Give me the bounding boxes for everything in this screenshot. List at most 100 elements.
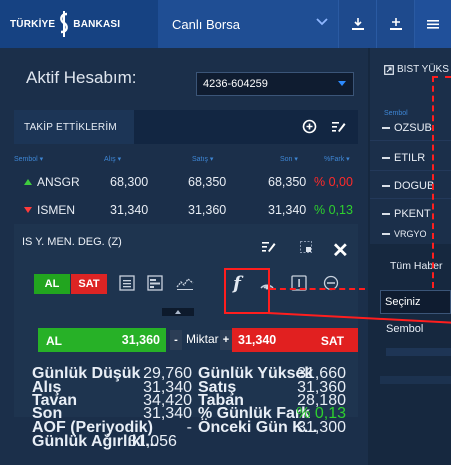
row-fark: % 0,13 — [314, 203, 353, 217]
add-upload-button[interactable] — [376, 0, 414, 48]
stat-value: 31,056 — [128, 433, 177, 450]
row-satis: 68,350 — [188, 175, 227, 189]
row-symbol-cell: ISMEN — [24, 203, 75, 217]
row-son: 68,350 — [268, 175, 307, 189]
stat-item: % Günlük Fark % 0,13 — [198, 405, 346, 422]
row-symbol-cell: ANSGR — [24, 175, 80, 189]
dashed-connector — [270, 288, 365, 290]
caret-down-icon — [338, 81, 346, 86]
col-satis[interactable]: Satış ▾ — [192, 155, 213, 163]
stat-item: Günlük Ağırlıkl... 31,056 — [32, 433, 192, 450]
stat-item: Günlük Yüksek 31,660 — [198, 365, 346, 382]
edit-list-icon[interactable] — [332, 120, 346, 133]
info-tool-button[interactable] — [286, 271, 312, 295]
sell-button[interactable]: SAT — [71, 274, 107, 294]
row-son: 31,340 — [268, 203, 307, 217]
list-item[interactable]: OZSUB — [382, 122, 432, 134]
account-bar: Aktif Hesabım: 4236-604259 — [0, 56, 368, 98]
highlight-box — [224, 268, 270, 314]
neutral-dash-icon — [382, 127, 390, 129]
divider — [370, 198, 451, 199]
download-icon — [351, 18, 364, 30]
chevron-down-icon — [316, 18, 328, 26]
list-tool-button[interactable] — [114, 271, 140, 295]
arrow-down-icon — [24, 207, 32, 213]
news-sembol-label: Sembol — [386, 323, 424, 335]
row-symbol: ISMEN — [37, 203, 76, 217]
news-row-placeholder — [386, 348, 451, 356]
col-son[interactable]: Son ▾ — [280, 155, 298, 163]
chart-icon — [176, 278, 194, 290]
list-item-symbol: VRGYO — [394, 230, 427, 238]
expand-icon — [384, 64, 394, 75]
order-sell-button[interactable]: 31,340 SAT — [232, 328, 358, 352]
plus-upload-icon — [389, 18, 402, 30]
row-alis: 31,340 — [110, 203, 149, 217]
bist-header[interactable]: BIST YÜKS — [384, 64, 449, 75]
list-item-symbol: PKENT — [394, 208, 431, 220]
row-symbol: ANSGR — [37, 175, 80, 189]
watchlist-title: TAKİP ETTİKLERİM — [24, 122, 117, 133]
neutral-dash-icon — [382, 233, 390, 235]
list-item[interactable]: DOGUB — [382, 180, 434, 192]
depth-icon — [147, 275, 163, 291]
divider — [370, 170, 451, 171]
row-fark: % 0,00 — [314, 175, 353, 189]
top-bar: TÜRKİYE BANKASI Canlı Borsa — [0, 0, 451, 48]
symbol-detail-name: IS Y. MEN. DEG. (Z) — [22, 236, 122, 248]
target-tool-button[interactable] — [318, 271, 344, 295]
quantity-decrease-button[interactable]: - — [170, 330, 182, 350]
popout-icon[interactable] — [300, 241, 312, 253]
col-sembol[interactable]: Sembol ▾ — [14, 155, 43, 163]
watchlist-title-tab[interactable]: TAKİP ETTİKLERİM — [14, 110, 134, 144]
menu-icon — [427, 20, 439, 29]
stat-item: Önceki Gün K... 31,300 — [198, 419, 346, 436]
chart-tool-button[interactable] — [172, 271, 198, 295]
add-symbol-icon[interactable] — [302, 119, 317, 134]
isbank-logo-icon — [60, 11, 69, 37]
news-tab[interactable]: Tüm Haber — [390, 260, 443, 272]
download-button[interactable] — [338, 0, 376, 48]
account-number: 4236-604259 — [203, 78, 268, 90]
edit-icon[interactable] — [262, 241, 276, 253]
collapse-toggle[interactable] — [162, 308, 194, 316]
order-buy-button[interactable]: AL 31,360 — [38, 328, 166, 352]
account-select[interactable]: 4236-604259 — [196, 72, 354, 96]
market-mode-select[interactable]: Canlı Borsa — [158, 0, 338, 48]
order-buy-price: 31,360 — [121, 333, 160, 347]
stat-item: Taban 28,180 — [198, 392, 346, 409]
depth-tool-button[interactable] — [142, 271, 168, 295]
quantity-label[interactable]: Miktar — [186, 332, 219, 346]
table-row[interactable]: ISMEN 31,340 31,360 31,340 % 0,13 — [14, 198, 358, 222]
stat-item: AOF (Periyodik) - — [32, 419, 192, 436]
right-panel: BIST YÜKS Sembol OZSUB ETILR DOGUB PKENT… — [370, 48, 451, 465]
buy-button[interactable]: AL — [34, 274, 70, 294]
row-alis: 68,300 — [110, 175, 149, 189]
row-satis: 31,360 — [188, 203, 227, 217]
news-filter-select[interactable]: Seçiniz — [380, 290, 451, 314]
quantity-increase-button[interactable]: + — [220, 330, 232, 350]
account-label: Aktif Hesabım: — [26, 68, 137, 87]
close-icon[interactable]: ✕ — [332, 238, 349, 263]
table-row[interactable]: ANSGR 68,300 68,350 68,350 % 0,00 — [14, 170, 358, 194]
extra-menu-button[interactable] — [414, 0, 451, 48]
list-item-symbol: OZSUB — [394, 122, 432, 134]
list-item-symbol: DOGUB — [394, 180, 435, 192]
brand-logo: TÜRKİYE BANKASI — [0, 0, 158, 48]
neutral-dash-icon — [382, 185, 390, 187]
brand-left-text: TÜRKİYE — [10, 18, 56, 30]
neutral-dash-icon — [382, 213, 390, 215]
bist-title: BIST YÜKS — [397, 64, 449, 75]
stat-item: Alış 31,340 — [32, 379, 192, 396]
col-alis[interactable]: Alış ▾ — [104, 155, 121, 163]
list-item[interactable]: PKENT — [382, 208, 431, 220]
list-item[interactable]: ETILR — [382, 152, 425, 164]
list-item[interactable]: VRGYO — [382, 230, 427, 238]
order-sell-price: 31,340 — [238, 333, 277, 347]
right-col-sembol[interactable]: Sembol — [384, 110, 408, 117]
brand-right-text: BANKASI — [73, 18, 121, 30]
dashed-connector — [432, 76, 451, 78]
stat-item: Tavan 34,420 — [32, 392, 192, 409]
list-icon — [119, 275, 135, 291]
col-fark[interactable]: %Fark ▾ — [324, 155, 350, 163]
